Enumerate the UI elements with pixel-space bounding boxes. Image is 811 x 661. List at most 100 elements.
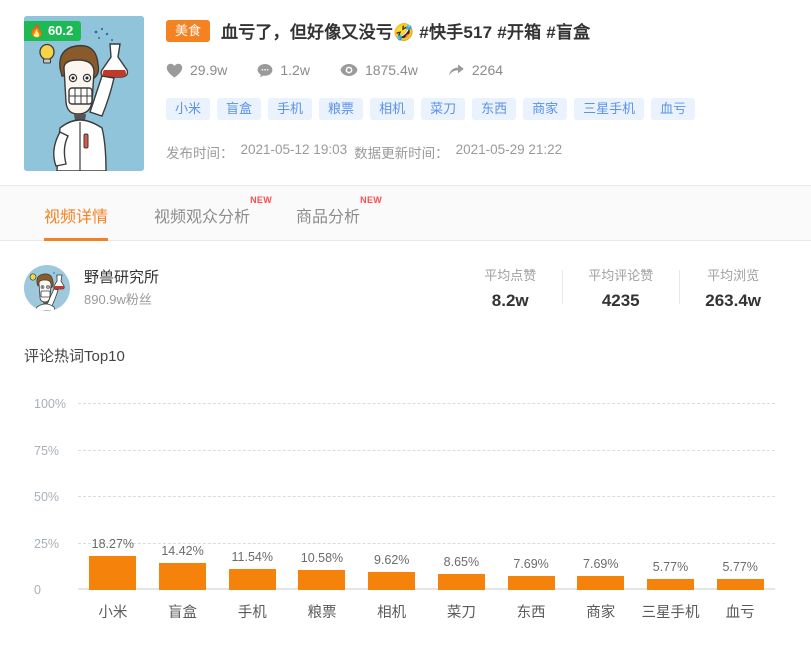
update-time-label: 数据更新时间： [354,146,449,161]
keyword-tag[interactable]: 三星手机 [574,98,645,120]
x-axis-tick-label: 血亏 [725,605,755,621]
metrics-group: 平均点赞 8.2w 平均评论赞 4235 平均浏览 263.4w [458,266,787,311]
keyword-tag-row: 小米 盲盒 手机 粮票 相机 菜刀 东西 商家 三星手机 血亏 [166,98,791,120]
video-summary-card: 🔥 60.2 美食 血亏了，但好像又没亏🤣 #快手517 #开箱 #盲盒 29.… [0,0,811,185]
x-axis-tick-label: 东西 [516,605,546,621]
author-fans-count: 890.9w粉丝 [84,292,152,307]
category-tag[interactable]: 美食 [166,19,211,42]
y-axis-tick-label: 75% [34,443,60,458]
bar-column[interactable]: 7.69% 商家 [566,404,636,621]
bar-column[interactable]: 5.77% 血亏 [705,404,775,621]
hot-score-value: 60.2 [47,23,74,38]
bar-value-label: 9.62% [373,553,410,568]
bar-column[interactable]: 11.54% 手机 [217,404,287,621]
bar-column[interactable]: 14.42% 盲盒 [148,404,218,621]
bar[interactable] [577,575,625,590]
avatar-artwork [24,265,70,311]
author-name[interactable]: 野兽研究所 [84,267,159,288]
stat-comments-value: 1.2w [280,62,310,78]
video-info-column: 美食 血亏了，但好像又没亏🤣 #快手517 #开箱 #盲盒 29.9w 1.2w [166,16,791,171]
bar[interactable] [228,568,276,590]
bar-column[interactable]: 7.69% 东西 [496,404,566,621]
bar[interactable] [646,579,694,590]
keyword-tag[interactable]: 商家 [523,98,568,120]
bar[interactable] [159,563,207,590]
author-row: 野兽研究所 890.9w粉丝 平均点赞 8.2w 平均评论赞 4235 平均浏览… [24,265,787,311]
video-stats-row: 29.9w 1.2w 1875.4w 2264 [166,62,791,78]
metric-label: 平均评论赞 [588,267,654,283]
x-axis-tick-label: 商家 [586,605,616,621]
tab-audience-analysis[interactable]: 视频观众分析 NEW [154,195,272,240]
publish-time-value: 2021-05-12 19:03 [240,142,348,157]
y-axis-tick-label: 25% [34,536,60,551]
y-axis-tick-label: 100% [34,397,66,411]
comment-icon [257,63,273,77]
keyword-tag[interactable]: 东西 [472,98,517,120]
tab-label: 商品分析 [296,209,361,226]
avatar[interactable] [24,265,70,311]
metric-avg-likes: 平均点赞 8.2w [458,266,562,311]
video-title: 血亏了，但好像又没亏🤣 #快手517 #开箱 #盲盒 [221,23,591,42]
keyword-tag[interactable]: 粮票 [319,98,364,120]
stat-views: 1875.4w [340,62,418,78]
x-axis-tick-label: 粮票 [307,605,337,621]
chart-bars: 18.27% 小米 14.42% 盲盒 11.54% 手机 10.58% 粮票 9.62% 相机 8… [78,404,775,621]
bar-value-label: 18.27% [91,537,135,552]
keyword-tag[interactable]: 相机 [370,98,415,120]
bar-column[interactable]: 5.77% 三星手机 [636,404,706,621]
stat-views-value: 1875.4w [364,62,418,78]
y-axis-tick-label: 50% [34,490,60,504]
bar-column[interactable]: 10.58% 粮票 [287,404,357,621]
stat-likes: 29.9w [166,62,227,78]
x-axis-tick-label: 手机 [237,605,267,621]
bar-value-label: 8.65% [443,554,480,569]
x-axis-tick-label: 三星手机 [641,605,700,621]
keyword-tag[interactable]: 小米 [166,98,211,120]
bar-column[interactable]: 9.62% 相机 [357,404,427,621]
share-icon [448,64,464,76]
keyword-tag[interactable]: 手机 [268,98,313,120]
metric-value: 4235 [601,290,640,310]
keyword-tag[interactable]: 盲盒 [217,98,262,120]
bar-value-label: 7.69% [583,556,619,571]
x-axis-tick-label: 菜刀 [446,605,476,621]
video-thumbnail[interactable]: 🔥 60.2 [24,16,144,171]
tab-bar: 视频详情 视频观众分析 NEW 商品分析 NEW [0,185,811,241]
new-badge: NEW [360,195,383,205]
tab-video-details[interactable]: 视频详情 [44,203,109,241]
title-row: 美食 血亏了，但好像又没亏🤣 #快手517 #开箱 #盲盒 [166,18,791,43]
metric-avg-comment-likes: 平均评论赞 4235 [562,266,679,311]
metric-value: 8.2w [491,290,529,310]
update-time-value: 2021-05-29 21:22 [455,142,563,157]
stat-comments: 1.2w [257,62,310,78]
bar[interactable] [507,575,555,590]
metric-label: 平均点赞 [484,267,537,283]
bar-value-label: 10.58% [300,551,344,566]
bar[interactable] [298,570,346,590]
metric-value: 263.4w [705,290,761,310]
flame-icon: 🔥 [29,24,44,38]
bar-value-label: 5.77% [722,560,758,575]
tab-label: 视频详情 [44,209,109,226]
tab-label: 视频观众分析 [154,209,251,226]
video-details-panel: 野兽研究所 890.9w粉丝 平均点赞 8.2w 平均评论赞 4235 平均浏览… [0,241,811,644]
tab-product-analysis[interactable]: 商品分析 NEW [296,195,382,240]
stat-likes-value: 29.9w [190,62,228,78]
bar[interactable] [368,572,416,590]
bar-column[interactable]: 18.27% 小米 [78,404,148,621]
chart-title: 评论热词Top10 [24,348,125,365]
stat-shares-value: 2264 [471,62,504,78]
bar[interactable] [437,573,485,590]
bar-column[interactable]: 8.65% 菜刀 [427,404,497,621]
author-meta: 野兽研究所 890.9w粉丝 [84,267,159,309]
comment-keywords-chart: 0 25% 50% 75% 100% 18.27% 小米 14.42% 盲盒 11.54% 手机 1… [24,397,787,644]
keyword-tag[interactable]: 血亏 [651,98,696,120]
timestamp-row: 发布时间： 2021-05-12 19:03 数据更新时间： 2021-05-2… [166,142,791,162]
bar[interactable] [89,556,137,590]
publish-time-label: 发布时间： [166,146,234,161]
bar[interactable] [716,579,764,590]
eye-icon [340,64,358,76]
keyword-tag[interactable]: 菜刀 [421,98,466,120]
chart-plot-area: 0 25% 50% 75% 100% 18.27% 小米 14.42% 盲盒 11.54% 手机 1… [34,397,775,621]
metric-avg-views: 平均浏览 263.4w [679,266,787,311]
